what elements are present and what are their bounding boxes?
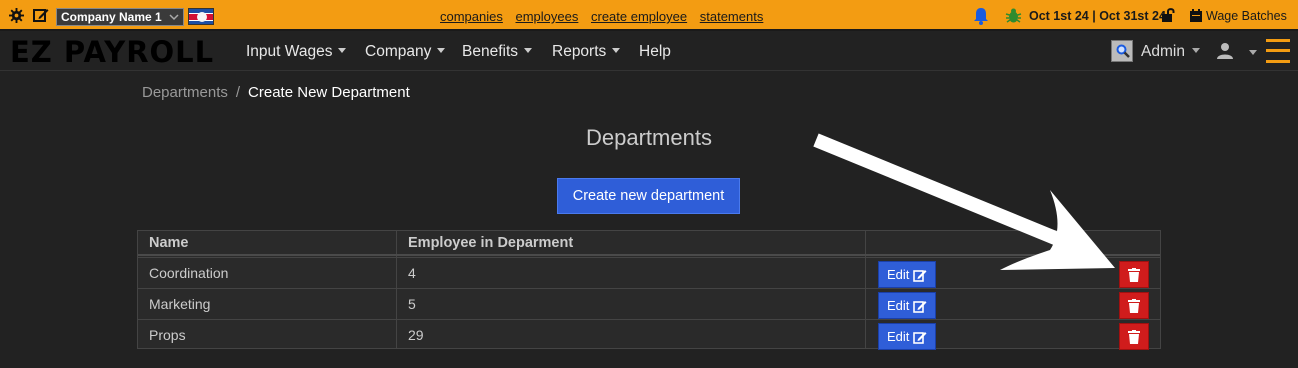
- annotation-arrow: [813, 133, 1115, 270]
